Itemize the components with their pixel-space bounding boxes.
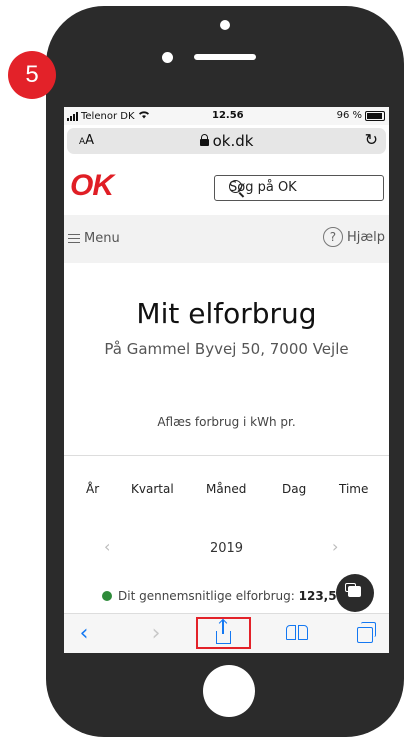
reload-icon[interactable]: ↻	[365, 130, 378, 149]
url-text: ok.dk	[212, 132, 254, 150]
year-navigator: ‹ 2019 ›	[64, 535, 389, 565]
address-subtitle: På Gammel Byvej 50, 7000 Vejle	[104, 340, 349, 358]
share-button[interactable]	[196, 617, 251, 649]
forward-button[interactable]: ›	[144, 619, 168, 647]
bookmarks-button[interactable]	[282, 619, 312, 647]
earpiece-speaker	[194, 54, 256, 60]
back-button[interactable]: ‹	[72, 619, 96, 647]
battery-percent: 96 %	[336, 110, 362, 121]
help-label: Hjælp	[346, 229, 385, 245]
address-bar[interactable]: AA ok.dk ↻	[67, 128, 386, 154]
menu-label: Menu	[84, 231, 120, 246]
help-button[interactable]: ? Hjælp	[322, 227, 385, 247]
search-input[interactable]: Søg på OK	[214, 175, 384, 201]
ok-logo[interactable]: OK	[70, 171, 114, 201]
wifi-icon	[138, 110, 150, 122]
menu-bar: Menu ? Hjælp	[64, 215, 389, 263]
carrier-name: Telenor DK	[81, 110, 135, 122]
chat-button[interactable]	[336, 574, 374, 612]
tabs-icon	[357, 622, 376, 643]
next-year-arrow[interactable]: ›	[332, 537, 338, 556]
average-label: Dit gennemsnitlige elforbrug:	[118, 589, 295, 603]
period-tabs: År Kvartal Måned Dag Time	[64, 455, 389, 524]
tab-day[interactable]: Dag	[282, 482, 306, 496]
tabs-button[interactable]	[350, 619, 380, 647]
status-dot	[102, 591, 112, 601]
lock-icon	[199, 134, 209, 146]
battery-info: 96 %	[337, 110, 385, 121]
phone-screen: Telenor DK 12.56 96 % AA ok.dk ↻ OK Søg …	[64, 107, 389, 653]
share-icon	[216, 619, 231, 644]
menu-button[interactable]: Menu	[68, 231, 120, 246]
page-title: Mit elforbrug	[136, 297, 317, 330]
status-bar: Telenor DK 12.56 96 %	[64, 107, 389, 125]
tab-year[interactable]: År	[86, 482, 99, 496]
url-display[interactable]: ok.dk	[67, 132, 386, 150]
read-usage-label: Aflæs forbrug i kWh pr.	[157, 415, 296, 429]
tab-quarter[interactable]: Kvartal	[131, 482, 174, 496]
status-time: 12.56	[212, 110, 244, 121]
chat-icon	[345, 583, 361, 597]
book-icon	[286, 625, 308, 641]
year-label: 2019	[209, 541, 244, 556]
hamburger-icon	[68, 234, 80, 243]
step-badge: 5	[8, 51, 56, 99]
front-camera	[220, 20, 230, 30]
tab-hour[interactable]: Time	[339, 482, 368, 496]
carrier-info: Telenor DK	[67, 110, 150, 122]
help-icon: ?	[322, 227, 343, 247]
proximity-sensor	[162, 52, 173, 63]
battery-icon	[365, 110, 385, 121]
safari-toolbar: ‹ ›	[64, 613, 389, 653]
home-button[interactable]	[203, 665, 255, 717]
signal-icon	[67, 111, 78, 121]
tab-month[interactable]: Måned	[206, 482, 246, 496]
average-usage: Dit gennemsnitlige elforbrug: 123,51 k	[102, 589, 357, 603]
search-icon[interactable]	[229, 180, 242, 193]
